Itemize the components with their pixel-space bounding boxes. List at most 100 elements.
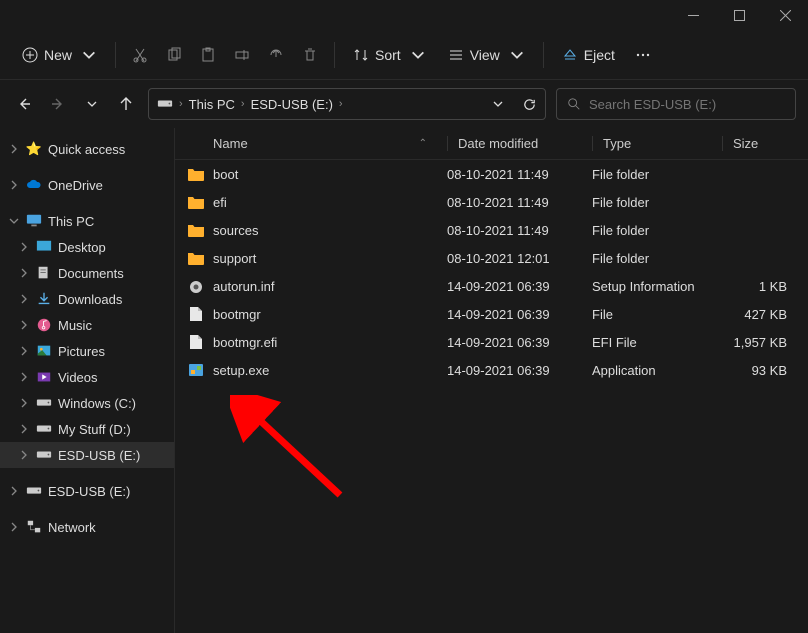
sidebar-item-desktop[interactable]: Desktop [0, 234, 174, 260]
refresh-icon[interactable] [522, 97, 537, 112]
share-button[interactable] [260, 41, 292, 69]
cut-button[interactable] [124, 41, 156, 69]
arrow-right-icon [50, 96, 66, 112]
sidebar-item-windows-c[interactable]: Windows (C:) [0, 390, 174, 416]
folder-icon [187, 250, 205, 266]
forward-button[interactable] [46, 92, 70, 116]
sidebar-label: OneDrive [48, 178, 103, 193]
cloud-icon [26, 177, 42, 193]
file-type: Application [592, 363, 722, 378]
sidebar-item-quick-access[interactable]: ⭐ Quick access [0, 136, 174, 162]
column-name[interactable]: Name⌃ [187, 136, 447, 151]
file-row[interactable]: autorun.inf 14-09-2021 06:39 Setup Infor… [175, 272, 808, 300]
chevron-right-icon [18, 397, 30, 409]
sidebar-item-music[interactable]: Music [0, 312, 174, 338]
search-input[interactable] [589, 97, 785, 112]
sidebar-label: Windows (C:) [58, 396, 136, 411]
up-button[interactable] [114, 92, 138, 116]
eject-button[interactable]: Eject [552, 41, 625, 69]
copy-button[interactable] [158, 41, 190, 69]
file-row[interactable]: bootmgr.efi 14-09-2021 06:39 EFI File 1,… [175, 328, 808, 356]
column-headers: Name⌃ Date modified Type Size [175, 128, 808, 160]
back-button[interactable] [12, 92, 36, 116]
drive-icon [157, 96, 173, 112]
column-date[interactable]: Date modified [447, 136, 592, 151]
folder-icon [187, 194, 205, 210]
sidebar-item-esd-usb-root[interactable]: ESD-USB (E:) [0, 478, 174, 504]
file-date: 14-09-2021 06:39 [447, 363, 592, 378]
close-button[interactable] [762, 0, 808, 30]
eject-label: Eject [584, 47, 615, 63]
file-pane: Name⌃ Date modified Type Size boot 08-10… [175, 128, 808, 633]
trash-icon [302, 47, 318, 63]
new-button[interactable]: New [12, 41, 107, 69]
file-row[interactable]: bootmgr 14-09-2021 06:39 File 427 KB [175, 300, 808, 328]
new-label: New [44, 47, 72, 63]
file-row[interactable]: setup.exe 14-09-2021 06:39 Application 9… [175, 356, 808, 384]
chevron-right-icon [8, 179, 20, 191]
videos-icon [36, 369, 52, 385]
view-icon [448, 47, 464, 63]
column-size[interactable]: Size [722, 136, 802, 151]
file-row[interactable]: boot 08-10-2021 11:49 File folder [175, 160, 808, 188]
network-icon [26, 519, 42, 535]
file-row[interactable]: support 08-10-2021 12:01 File folder [175, 244, 808, 272]
sidebar: ⭐ Quick access OneDrive This PC Desktop … [0, 128, 175, 633]
breadcrumb-sep: › [339, 98, 343, 110]
file-row[interactable]: efi 08-10-2021 11:49 File folder [175, 188, 808, 216]
address-bar[interactable]: › This PC › ESD-USB (E:) › [148, 88, 546, 120]
maximize-button[interactable] [716, 0, 762, 30]
chevron-down-icon [81, 47, 97, 63]
sort-indicator-icon: ⌃ [419, 138, 427, 149]
chevron-right-icon [8, 485, 20, 497]
sidebar-item-downloads[interactable]: Downloads [0, 286, 174, 312]
sidebar-item-videos[interactable]: Videos [0, 364, 174, 390]
chevron-right-icon [8, 521, 20, 533]
sort-label: Sort [375, 47, 401, 63]
sidebar-item-documents[interactable]: Documents [0, 260, 174, 286]
sidebar-item-onedrive[interactable]: OneDrive [0, 172, 174, 198]
delete-button[interactable] [294, 41, 326, 69]
file-date: 08-10-2021 11:49 [447, 195, 592, 210]
chevron-down-icon[interactable] [492, 98, 504, 110]
view-label: View [470, 47, 500, 63]
sidebar-label: Quick access [48, 142, 125, 157]
sidebar-item-this-pc[interactable]: This PC [0, 208, 174, 234]
gear-icon [187, 278, 205, 294]
more-button[interactable] [627, 41, 659, 69]
sidebar-item-network[interactable]: Network [0, 514, 174, 540]
sidebar-label: Desktop [58, 240, 106, 255]
file-row[interactable]: sources 08-10-2021 11:49 File folder [175, 216, 808, 244]
sort-icon [353, 47, 369, 63]
sort-button[interactable]: Sort [343, 41, 436, 69]
file-icon [187, 306, 205, 322]
plus-circle-icon [22, 47, 38, 63]
desktop-icon [36, 239, 52, 255]
minimize-button[interactable] [670, 0, 716, 30]
sidebar-item-my-stuff[interactable]: My Stuff (D:) [0, 416, 174, 442]
sidebar-item-esd-usb[interactable]: ESD-USB (E:) [0, 442, 174, 468]
view-button[interactable]: View [438, 41, 535, 69]
breadcrumb-esd-usb[interactable]: ESD-USB (E:) [251, 97, 333, 112]
rename-button[interactable] [226, 41, 258, 69]
recent-button[interactable] [80, 92, 104, 116]
sidebar-label: Documents [58, 266, 124, 281]
chevron-right-icon [18, 345, 30, 357]
folder-icon [187, 222, 205, 238]
more-icon [635, 47, 651, 63]
file-name: setup.exe [213, 363, 269, 378]
column-type[interactable]: Type [592, 136, 722, 151]
share-icon [268, 47, 284, 63]
file-name: support [213, 251, 256, 266]
paste-button[interactable] [192, 41, 224, 69]
file-date: 14-09-2021 06:39 [447, 279, 592, 294]
music-icon [36, 317, 52, 333]
file-name: autorun.inf [213, 279, 274, 294]
sidebar-item-pictures[interactable]: Pictures [0, 338, 174, 364]
breadcrumb-sep: › [179, 98, 183, 110]
sidebar-label: ESD-USB (E:) [58, 448, 140, 463]
breadcrumb-this-pc[interactable]: This PC [189, 97, 235, 112]
search-box[interactable] [556, 88, 796, 120]
file-name: boot [213, 167, 238, 182]
file-name: sources [213, 223, 259, 238]
